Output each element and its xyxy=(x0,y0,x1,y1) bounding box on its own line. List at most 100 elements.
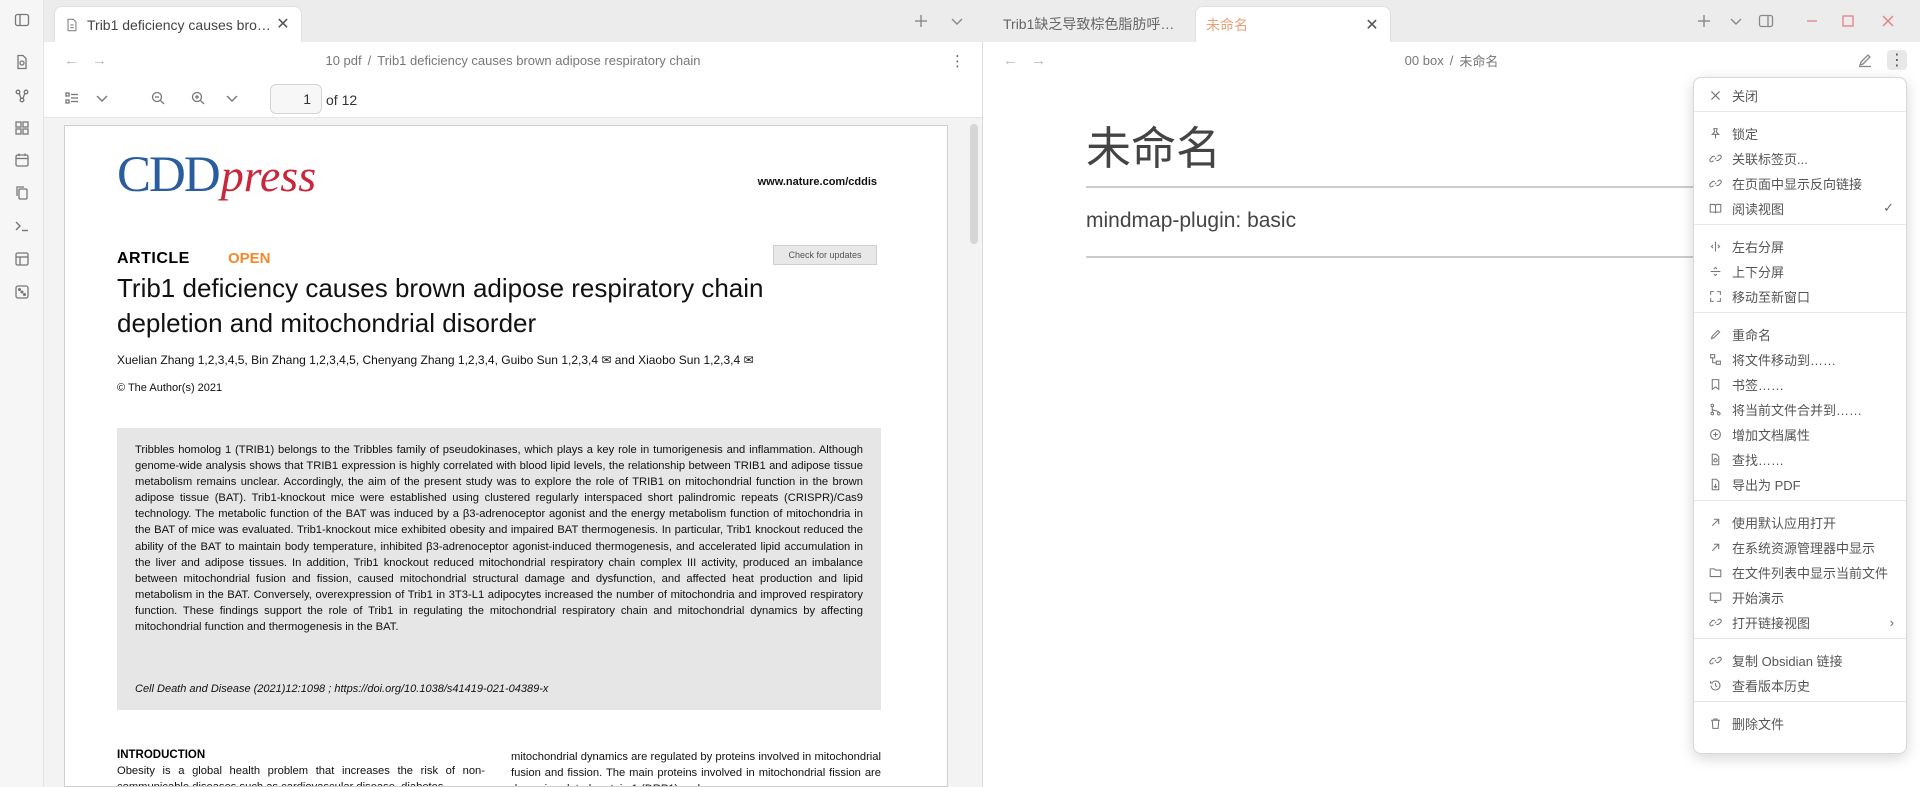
menu-item-open-default-app[interactable]: 使用默认应用打开 xyxy=(1700,510,1902,534)
check-icon: ✓ xyxy=(1883,200,1894,215)
article-label: ARTICLE xyxy=(117,250,190,267)
close-window-icon[interactable] xyxy=(1879,12,1897,30)
monitor-icon xyxy=(1708,590,1722,604)
close-tab-icon[interactable]: ✕ xyxy=(275,16,291,33)
trash-icon xyxy=(1708,716,1722,730)
forward-arrow-icon[interactable]: → xyxy=(92,52,107,69)
folder-open-icon xyxy=(1708,565,1722,579)
right-sidebar-icon[interactable] xyxy=(1757,12,1775,30)
menu-item-add-property[interactable]: 增加文档属性 xyxy=(1700,422,1902,446)
menu-item-export-pdf[interactable]: 导出为 PDF xyxy=(1700,472,1902,496)
breadcrumb-file[interactable]: Trib1 deficiency causes brown adipose re… xyxy=(377,53,700,68)
zoom-out-icon[interactable] xyxy=(150,90,166,106)
breadcrumb-separator: / xyxy=(1449,52,1454,68)
file-search-icon xyxy=(1708,452,1722,466)
tab-untitled[interactable]: 未命名 ✕ xyxy=(1195,6,1391,42)
minimize-icon[interactable] xyxy=(1803,12,1821,30)
intro-heading: INTRODUCTION xyxy=(117,749,206,761)
new-tab-icon[interactable] xyxy=(1695,12,1713,30)
pdf-view: ← → 10 pdf / Trib1 deficiency causes bro… xyxy=(44,42,983,787)
split-horizontal-icon xyxy=(1708,264,1722,278)
menu-item-backlinks[interactable]: 在页面中显示反向链接 xyxy=(1700,171,1902,195)
breadcrumb-separator: / xyxy=(367,52,372,68)
menu-item-reveal-in-file-list[interactable]: 在文件列表中显示当前文件 xyxy=(1700,560,1902,584)
edit-pencil-icon[interactable] xyxy=(1857,52,1873,68)
tab-pdf-document[interactable]: Trib1 deficiency causes brown adipose re… xyxy=(54,6,302,42)
close-tab-icon[interactable]: ✕ xyxy=(1364,15,1380,35)
page-number-input[interactable]: 1 xyxy=(270,84,322,114)
menu-item-copy-obsidian-link[interactable]: 复制 Obsidian 链接 xyxy=(1700,648,1902,672)
sidebar-outline-icon[interactable] xyxy=(64,90,80,106)
back-arrow-icon[interactable]: ← xyxy=(1003,52,1018,69)
note-frontmatter[interactable]: mindmap-plugin: basic xyxy=(1086,209,1296,233)
chevron-down-icon[interactable] xyxy=(94,90,110,106)
menu-item-find[interactable]: 查找…… xyxy=(1700,447,1902,471)
breadcrumb-folder[interactable]: 10 pdf xyxy=(325,53,361,68)
paper-authors: Xuelian Zhang 1,2,3,4,5, Bin Zhang 1,2,3… xyxy=(117,353,754,367)
intro-column-2: mitochondrial dynamics are regulated by … xyxy=(511,751,881,786)
menu-item-move-file[interactable]: 将文件移动到…… xyxy=(1700,347,1902,371)
paper-title: Trib1 deficiency causes brown adipose re… xyxy=(117,273,764,338)
menu-item-new-window[interactable]: 移动至新窗口 xyxy=(1700,284,1902,308)
paper-abstract: Tribbles homolog 1 (TRIB1) belongs to th… xyxy=(117,428,881,710)
link-icon xyxy=(1708,615,1722,629)
note-title[interactable]: 未命名 xyxy=(1086,112,1221,177)
file-icon xyxy=(65,18,79,32)
menu-item-start-presentation[interactable]: 开始演示 xyxy=(1700,585,1902,609)
paper-copyright: © The Author(s) 2021 xyxy=(117,382,223,394)
arrow-up-right-icon xyxy=(1708,515,1722,529)
graph-icon[interactable] xyxy=(12,86,32,106)
new-tab-icon[interactable] xyxy=(912,12,930,30)
plus-circle-icon xyxy=(1708,427,1722,441)
menu-item-delete-file[interactable]: 删除文件 xyxy=(1700,711,1902,735)
frontmatter-divider-bottom xyxy=(1086,256,1706,258)
menu-separator xyxy=(1694,312,1906,313)
menu-item-version-history[interactable]: 查看版本历史 xyxy=(1700,673,1902,697)
more-options-icon[interactable]: ⋮ xyxy=(1887,50,1907,70)
breadcrumb-folder[interactable]: 00 box xyxy=(1405,53,1444,68)
menu-item-merge-file[interactable]: 将当前文件合并到…… xyxy=(1700,397,1902,421)
left-ribbon xyxy=(0,0,44,787)
tab-chinese-note[interactable]: Trib1缺乏导致棕色脂肪呼吸链... xyxy=(993,6,1193,42)
right-tab-bar: Trib1缺乏导致棕色脂肪呼吸链... 未命名 ✕ xyxy=(983,0,1920,42)
left-tab-bar: Trib1 deficiency causes brown adipose re… xyxy=(44,0,983,42)
expand-icon xyxy=(1708,289,1722,303)
chevron-down-icon[interactable] xyxy=(224,90,240,106)
terminal-icon[interactable] xyxy=(12,216,32,236)
breadcrumb-file[interactable]: 未命名 xyxy=(1459,51,1498,70)
menu-item-reading-view[interactable]: 阅读视图 ✓ xyxy=(1700,196,1902,220)
blocks-icon[interactable] xyxy=(12,118,32,138)
menu-item-pin[interactable]: 锁定 xyxy=(1700,121,1902,145)
chevron-down-icon[interactable] xyxy=(1727,12,1745,30)
file-search-icon[interactable] xyxy=(12,52,32,72)
calendar-icon[interactable] xyxy=(12,150,32,170)
view-header: ← → 00 box / 未命名 xyxy=(983,42,1920,78)
menu-item-split-down[interactable]: 上下分屏 xyxy=(1700,259,1902,283)
chevron-down-icon[interactable] xyxy=(948,12,966,30)
check-updates-badge[interactable]: Check for updates xyxy=(773,245,877,265)
link-icon xyxy=(1708,176,1722,190)
sidebar-toggle-icon[interactable] xyxy=(12,10,32,30)
menu-item-split-right[interactable]: 左右分屏 xyxy=(1700,234,1902,258)
menu-item-link-tab[interactable]: 关联标签页... xyxy=(1700,146,1902,170)
menu-item-open-link-view[interactable]: 打开链接视图 › xyxy=(1700,610,1902,634)
back-arrow-icon[interactable]: ← xyxy=(64,52,79,69)
menu-item-show-in-explorer[interactable]: 在系统资源管理器中显示 xyxy=(1700,535,1902,559)
pdf-scrollbar[interactable] xyxy=(970,124,978,244)
menu-separator xyxy=(1694,224,1906,225)
copy-icon[interactable] xyxy=(12,183,32,203)
menu-item-close[interactable]: 关闭 xyxy=(1700,83,1902,107)
journal-url: www.nature.com/cddis xyxy=(757,176,877,188)
view-header: ← → 10 pdf / Trib1 deficiency causes bro… xyxy=(44,42,982,78)
link-icon xyxy=(1708,653,1722,667)
menu-separator xyxy=(1694,111,1906,112)
layout-icon[interactable] xyxy=(12,249,32,269)
forward-arrow-icon[interactable]: → xyxy=(1031,52,1046,69)
menu-item-rename[interactable]: 重命名 xyxy=(1700,322,1902,346)
zoom-in-icon[interactable] xyxy=(190,90,206,106)
more-options-icon[interactable]: ⋮ xyxy=(950,52,965,70)
maximize-icon[interactable] xyxy=(1839,12,1857,30)
dice-icon[interactable] xyxy=(12,282,32,302)
menu-item-bookmark[interactable]: 书签…… xyxy=(1700,372,1902,396)
open-access-label: OPEN xyxy=(228,250,271,267)
